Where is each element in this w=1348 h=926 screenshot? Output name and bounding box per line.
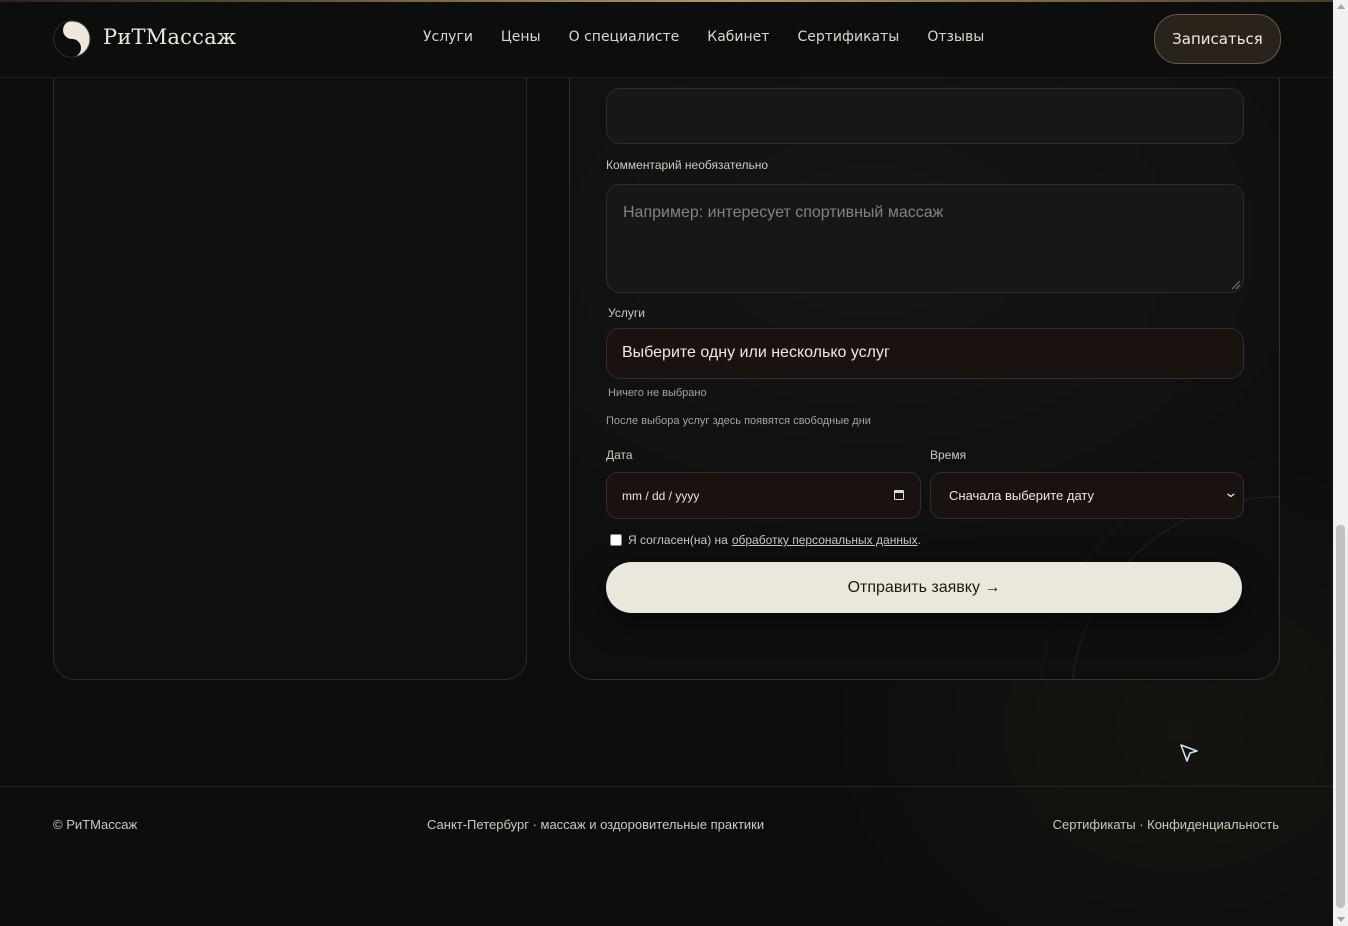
consent-period: .: [917, 533, 921, 547]
brand-name: РиТМассаж: [103, 25, 237, 49]
date-label: Дата: [606, 448, 633, 462]
info-card: [53, 40, 527, 680]
nav-services[interactable]: Услуги: [423, 29, 473, 45]
submit-button[interactable]: Отправить заявку →: [606, 562, 1242, 613]
comment-textarea[interactable]: Например: интересует спортивный массаж: [606, 184, 1244, 293]
yin-yang-logo-icon: [53, 20, 91, 58]
main-nav: Услуги Цены О специалисте Кабинет Сертиф…: [423, 29, 1012, 45]
time-label: Время: [930, 448, 967, 462]
comment-placeholder: Например: интересует спортивный массаж: [623, 204, 944, 221]
scrollbar-thumb[interactable]: [1336, 525, 1345, 908]
chevron-down-icon: ⌄: [1223, 485, 1239, 501]
mouse-cursor-icon: [1180, 744, 1198, 762]
date-value: mm / dd / yyyy: [622, 489, 700, 503]
consent-checkbox[interactable]: [610, 534, 622, 546]
phone-field[interactable]: [606, 88, 1244, 144]
comment-label: Комментарий необязательно: [606, 158, 769, 172]
logo[interactable]: РиТМассаж: [53, 20, 236, 58]
nav-certificates[interactable]: Сертификаты: [797, 29, 899, 45]
calendar-icon[interactable]: [894, 490, 904, 500]
site-footer: © РиТМассаж Санкт-Петербург · массаж и о…: [0, 786, 1333, 926]
site-header: РиТМассаж Услуги Цены О специалисте Каби…: [0, 2, 1333, 78]
booking-form-card: Комментарий необязательно Например: инте…: [569, 40, 1280, 680]
book-button[interactable]: Записаться: [1154, 14, 1281, 64]
services-status: Ничего не выбрано: [608, 387, 707, 399]
nav-prices[interactable]: Цены: [501, 29, 541, 45]
services-label: Услуги: [608, 306, 645, 320]
services-select-text: Выберите одну или несколько услуг: [622, 344, 890, 361]
time-value: Сначала выберите дату: [949, 488, 1094, 503]
footer-links[interactable]: Сертификаты · Конфиденциальность: [1053, 817, 1279, 832]
nav-reviews[interactable]: Отзывы: [927, 29, 984, 45]
services-select[interactable]: Выберите одну или несколько услуг: [606, 328, 1244, 379]
nav-office[interactable]: Кабинет: [707, 29, 769, 45]
services-hint: После выбора услуг здесь появятся свобод…: [606, 415, 871, 427]
footer-tagline: Санкт-Петербург · массаж и оздоровительн…: [427, 817, 765, 832]
consent-row: Я согласен(на) на обработку персональных…: [610, 533, 921, 547]
nav-about[interactable]: О специалисте: [569, 29, 680, 45]
time-select[interactable]: Сначала выберите дату ⌄: [930, 472, 1244, 519]
consent-text: Я согласен(на) на: [628, 533, 728, 547]
scroll-up-arrow-icon[interactable]: [1337, 4, 1345, 9]
footer-copyright: © РиТМассаж: [53, 817, 138, 832]
date-input[interactable]: mm / dd / yyyy: [606, 472, 921, 519]
scroll-down-arrow-icon[interactable]: [1337, 917, 1345, 922]
resize-handle-icon[interactable]: [1232, 281, 1240, 289]
page: Комментарий необязательно Например: инте…: [0, 0, 1333, 926]
privacy-link[interactable]: обработку персональных данных: [732, 533, 918, 547]
scrollbar[interactable]: [1333, 0, 1348, 926]
